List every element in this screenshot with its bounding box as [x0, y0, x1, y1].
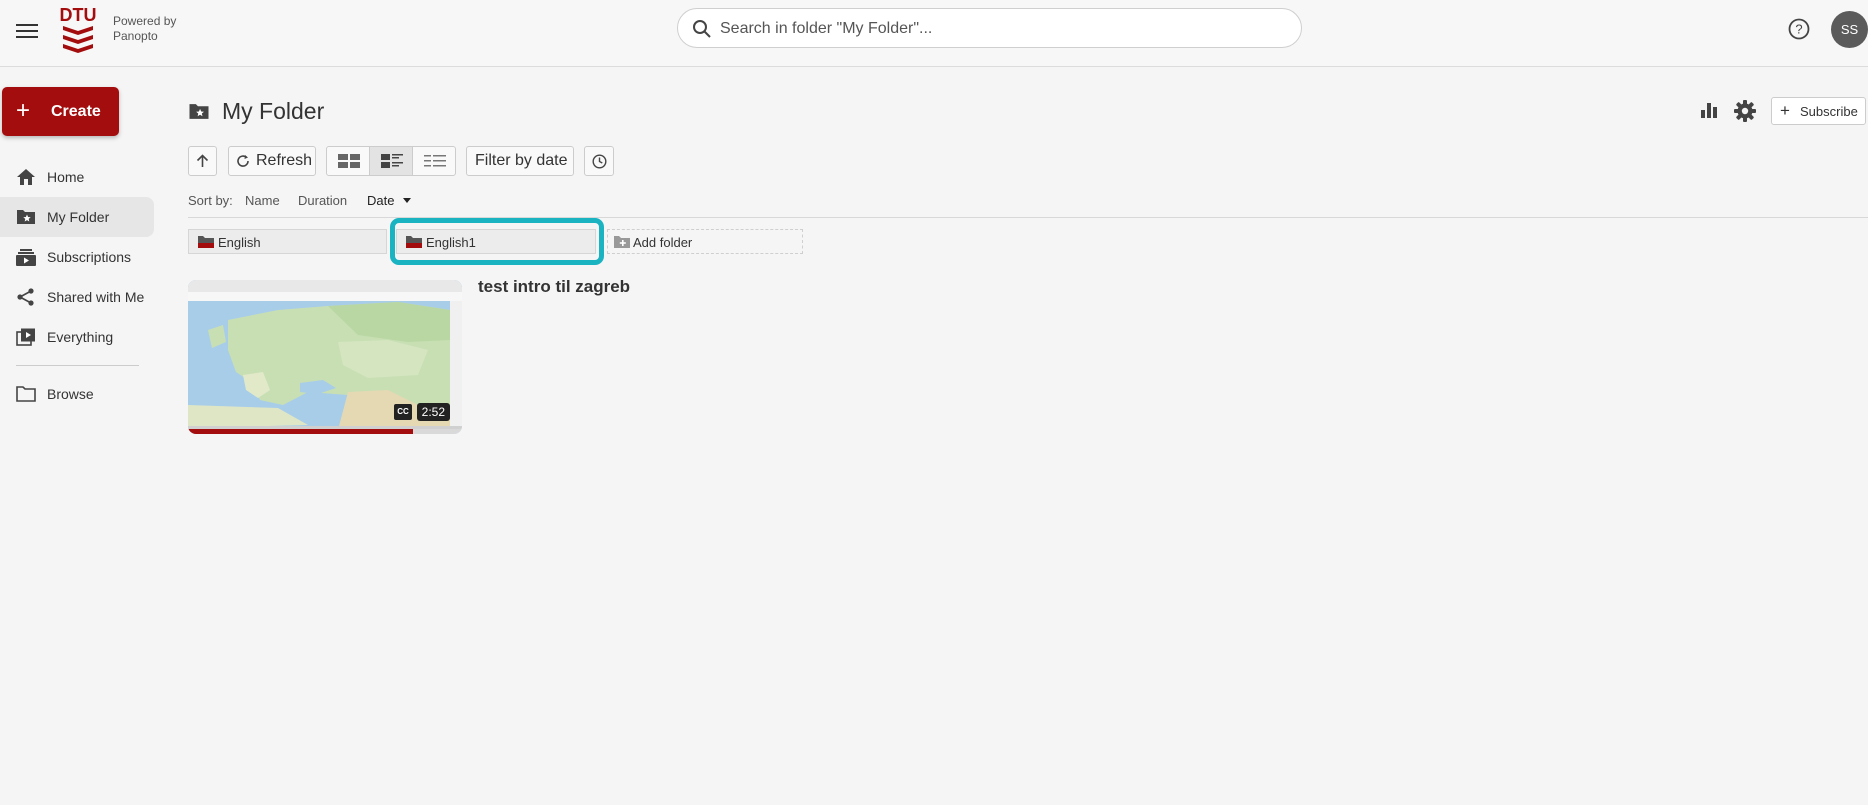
sidebar-item-browse[interactable]: Browse: [0, 374, 154, 414]
sidebar-item-subscriptions[interactable]: Subscriptions: [0, 237, 154, 277]
folder-name: English: [218, 235, 261, 250]
sort-date-label: Date: [367, 193, 395, 208]
plus-icon: +: [16, 97, 31, 124]
view-detail-button[interactable]: [369, 146, 413, 176]
refresh-label: Refresh: [256, 152, 313, 169]
folder-icon: [198, 236, 214, 248]
svg-text:?: ?: [1795, 22, 1802, 37]
page-title: My Folder: [222, 98, 325, 124]
sidebar-item-label: Shared with Me: [47, 289, 145, 305]
subscribe-label: Subscribe: [1800, 104, 1858, 119]
search-icon: [693, 20, 711, 38]
sidebar-item-label: Home: [47, 169, 85, 185]
stats-icon[interactable]: [1700, 101, 1718, 119]
history-button[interactable]: [584, 146, 614, 176]
folder-icon: [16, 386, 36, 402]
arrow-up-icon: [196, 154, 209, 167]
sidebar-item-label: Everything: [47, 329, 114, 345]
folder-tile-english1[interactable]: English1: [396, 229, 596, 254]
add-folder-label: Add folder: [633, 235, 693, 250]
create-button-label: Create: [51, 103, 101, 120]
powered-by-line1: Powered by: [113, 14, 177, 28]
search-box[interactable]: [677, 8, 1302, 49]
view-list-button[interactable]: [412, 146, 456, 176]
gear-icon[interactable]: [1733, 99, 1757, 123]
create-button[interactable]: + Create: [2, 87, 119, 136]
sidebar-divider: [16, 365, 139, 366]
list-view-icon: [424, 155, 446, 167]
folder-icon: [406, 236, 422, 248]
folder-tile-english[interactable]: English: [188, 229, 387, 254]
sidebar-item-home[interactable]: Home: [0, 157, 154, 197]
sort-name[interactable]: Name: [245, 193, 280, 208]
top-bar: DTU Powered by Panopto ? SS: [0, 0, 1868, 67]
watch-progress-fill: [188, 429, 413, 434]
sort-duration[interactable]: Duration: [298, 193, 347, 208]
view-tile-button[interactable]: [326, 146, 370, 176]
cc-badge: CC: [394, 404, 412, 420]
sidebar-item-my-folder[interactable]: My Folder: [0, 197, 154, 237]
add-folder-button[interactable]: Add folder: [607, 229, 803, 254]
sidebar-item-shared-with-me[interactable]: Shared with Me: [0, 277, 154, 317]
subscribe-button[interactable]: + Subscribe: [1771, 97, 1866, 125]
session-thumbnail[interactable]: CC 2:52: [188, 280, 462, 434]
home-icon: [17, 169, 35, 185]
hamburger-menu-icon[interactable]: [16, 20, 38, 42]
subscriptions-icon: [16, 249, 36, 266]
add-folder-icon: [614, 236, 630, 248]
session-title[interactable]: test intro til zagreb: [478, 277, 630, 297]
powered-by-text: Powered by Panopto: [113, 14, 176, 44]
folder-star-icon: [189, 104, 209, 119]
search-input[interactable]: [718, 9, 1292, 49]
folder-star-icon: [17, 210, 35, 224]
filter-label: Filter by date: [475, 152, 568, 169]
sidebar-item-label: My Folder: [47, 209, 110, 225]
filter-by-date-button[interactable]: Filter by date: [466, 146, 574, 176]
refresh-button[interactable]: Refresh: [228, 146, 316, 176]
brand-logo-text: DTU: [60, 5, 96, 25]
sidebar-item-label: Browse: [47, 386, 94, 402]
up-button[interactable]: [188, 146, 217, 176]
sidebar-item-everything[interactable]: Everything: [0, 317, 154, 357]
detail-view-icon: [381, 154, 403, 168]
avatar[interactable]: SS: [1831, 11, 1868, 48]
powered-by-line2: Panopto: [113, 29, 158, 43]
sidebar-item-label: Subscriptions: [47, 249, 132, 265]
everything-icon: [16, 328, 35, 346]
refresh-icon: [237, 155, 249, 167]
plus-icon: +: [1780, 101, 1790, 120]
grid-view-icon: [338, 154, 360, 168]
watch-progress-bar: [188, 429, 462, 434]
clock-icon: [592, 154, 607, 169]
share-icon: [17, 288, 34, 306]
help-icon[interactable]: ?: [1788, 18, 1810, 40]
divider: [188, 217, 1868, 218]
folder-name: English1: [426, 235, 476, 250]
caret-down-icon: [403, 198, 412, 203]
dtu-logo[interactable]: DTU: [60, 4, 97, 58]
duration-badge: 2:52: [416, 403, 450, 421]
sort-label: Sort by:: [188, 193, 233, 208]
sort-date[interactable]: Date: [367, 193, 412, 208]
